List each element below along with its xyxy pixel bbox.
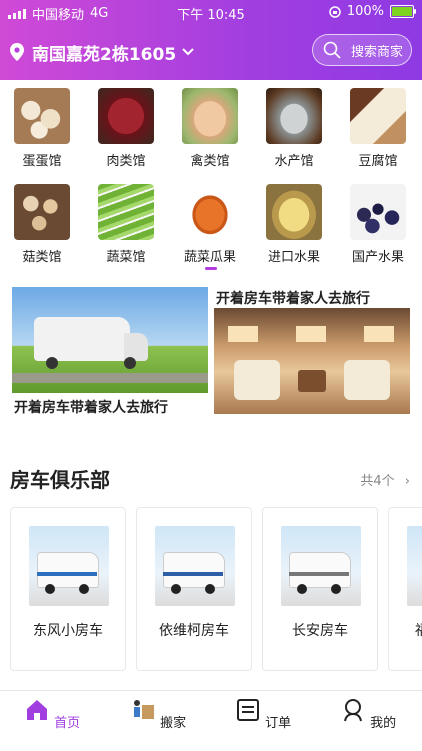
category-label: 蔬菜瓜果 — [183, 250, 236, 265]
banner-caption-left: 开着房车带着家人去旅行 — [14, 400, 168, 416]
club-card[interactable]: 东风小房车 — [10, 507, 126, 671]
category-label: 进口水果 — [267, 250, 320, 265]
promo-banner[interactable]: 开着房车带着家人去旅行 开着房车带着家人去旅行 — [0, 285, 422, 425]
eggs-image — [14, 88, 70, 144]
club-card[interactable]: 福 — [388, 507, 422, 671]
category-seafood[interactable]: 水产馆 — [259, 88, 329, 169]
chevron-down-icon — [182, 48, 194, 56]
page-indicator — [205, 267, 217, 270]
tofu-image — [350, 88, 406, 144]
status-bar: 中国移动 4G 下午 10:45 100% — [0, 0, 422, 24]
club-more-link[interactable]: 共4个 › — [360, 470, 410, 489]
club-count: 共4个 — [360, 474, 395, 489]
tab-label: 我的 — [370, 716, 397, 731]
category-label: 国产水果 — [351, 250, 404, 265]
club-card[interactable]: 长安房车 — [262, 507, 378, 671]
category-meat[interactable]: 肉类馆 — [91, 88, 161, 169]
category-vegetable[interactable]: 蔬菜馆 — [91, 184, 161, 265]
category-mushroom[interactable]: 菇类馆 — [7, 184, 77, 265]
mushroom-image — [14, 184, 70, 240]
club-title: 房车俱乐部 — [10, 468, 110, 492]
category-eggs[interactable]: 蛋蛋馆 — [7, 88, 77, 169]
search-placeholder: 搜索商家 — [351, 44, 404, 60]
club-name: 东风小房车 — [33, 623, 103, 639]
rv-image — [281, 526, 361, 606]
poultry-image — [182, 88, 238, 144]
tab-label: 搬家 — [160, 716, 187, 731]
club-name: 长安房车 — [292, 623, 348, 639]
club-name: 依维柯房车 — [159, 623, 229, 639]
papaya-image — [182, 184, 238, 240]
rv-image — [407, 526, 422, 606]
bottom-tab-bar: 首页 搬家 订单 我的 — [0, 690, 422, 751]
order-icon — [236, 699, 259, 721]
category-tofu[interactable]: 豆腐馆 — [343, 88, 413, 169]
fish-image — [266, 88, 322, 144]
category-fruit-veg[interactable]: 蔬菜瓜果 — [175, 184, 245, 265]
category-label: 菇类馆 — [22, 250, 62, 265]
location-text: 南国嘉苑2栋1605 — [32, 44, 177, 65]
search-icon — [323, 41, 341, 59]
club-list: 东风小房车 依维柯房车 长安房车 福 — [0, 507, 422, 673]
app-header: 中国移动 4G 下午 10:45 100% 南国嘉苑2栋1605 搜索商家 — [0, 0, 422, 80]
home-icon — [26, 700, 47, 720]
category-label: 豆腐馆 — [358, 154, 398, 169]
rv-image — [29, 526, 109, 606]
category-poultry[interactable]: 禽类馆 — [175, 88, 245, 169]
rotation-lock-icon — [329, 5, 341, 18]
battery-percent: 100% — [346, 4, 384, 19]
tab-profile[interactable]: 我的 — [338, 697, 398, 731]
tab-label: 首页 — [54, 716, 81, 731]
vegetable-image — [98, 184, 154, 240]
tab-home[interactable]: 首页 — [22, 697, 82, 731]
category-label: 蛋蛋馆 — [22, 154, 62, 169]
club-name: 福 — [415, 620, 422, 640]
chevron-right-icon: › — [404, 474, 410, 489]
category-label: 肉类馆 — [106, 154, 146, 169]
profile-icon — [343, 699, 362, 722]
battery-icon — [390, 5, 416, 18]
tab-moving[interactable]: 搬家 — [128, 697, 188, 731]
tab-orders[interactable]: 订单 — [233, 697, 293, 731]
durian-image — [266, 184, 322, 240]
category-label: 水产馆 — [274, 154, 314, 169]
banner-caption-right: 开着房车带着家人去旅行 — [216, 291, 370, 307]
mover-icon — [133, 700, 154, 719]
category-imported-fruit[interactable]: 进口水果 — [259, 184, 329, 265]
rv-interior-image — [214, 308, 410, 414]
club-card[interactable]: 依维柯房车 — [136, 507, 252, 671]
search-box[interactable]: 搜索商家 — [312, 34, 412, 66]
category-label: 蔬菜馆 — [106, 250, 146, 265]
rv-exterior-image — [12, 287, 208, 393]
location-pin-icon — [10, 43, 24, 61]
tab-label: 订单 — [265, 716, 292, 731]
grapes-image — [350, 184, 406, 240]
rv-image — [155, 526, 235, 606]
category-label: 禽类馆 — [190, 154, 230, 169]
category-domestic-fruit[interactable]: 国产水果 — [343, 184, 413, 265]
meat-image — [98, 88, 154, 144]
